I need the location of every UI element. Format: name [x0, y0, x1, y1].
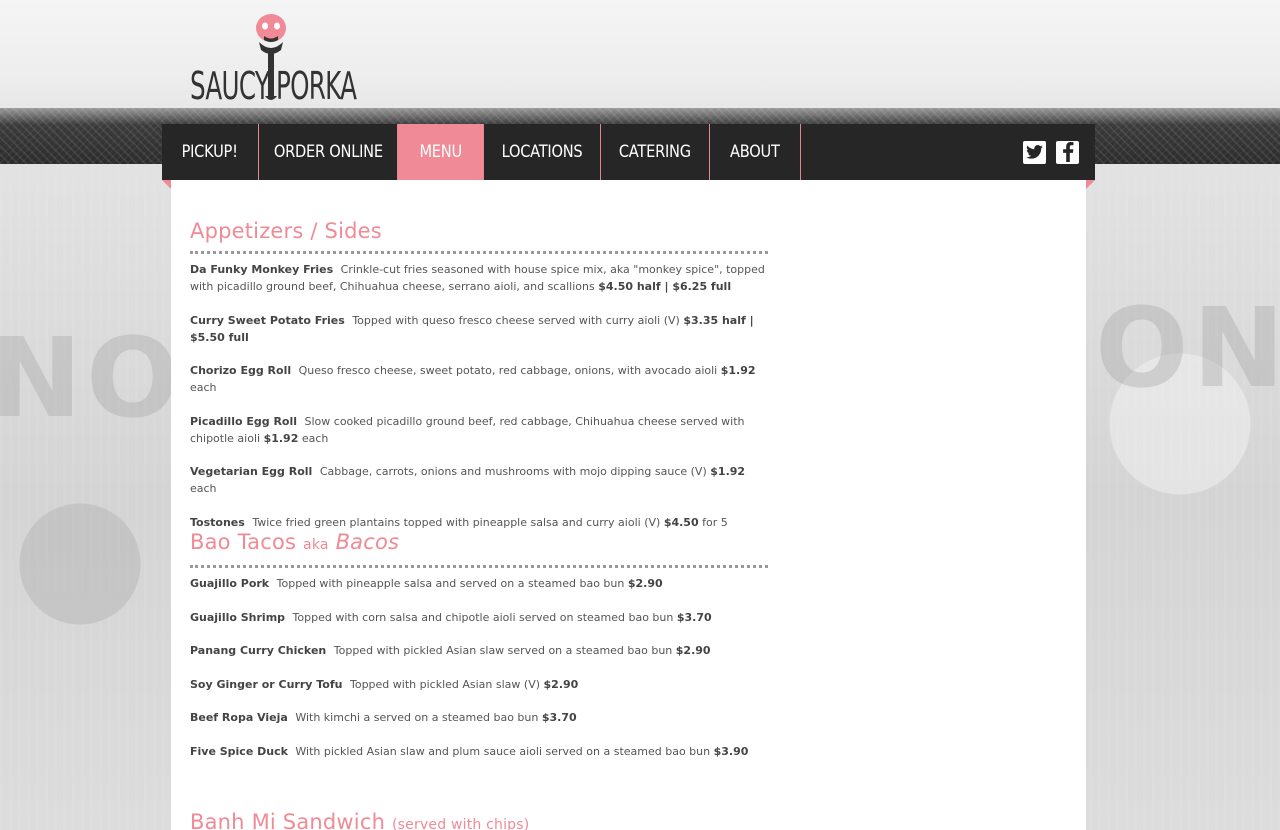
twitter-icon[interactable] [1023, 140, 1046, 164]
nav-label-about: ABOUT [730, 142, 780, 162]
item-description: Topped with queso fresco cheese served w… [352, 313, 680, 327]
item-name: Soy Ginger or Curry Tofu [190, 677, 343, 691]
item-price-suffix: each [190, 381, 217, 394]
section-bao-tacos: Bao Tacos aka Bacos Guajillo Pork Topped… [190, 529, 768, 776]
item-name: Vegetarian Egg Roll [190, 465, 313, 478]
nav-item-locations[interactable]: LOCATIONS [484, 124, 601, 180]
item-description: With kimchi a served on a steamed bao bu… [295, 711, 539, 724]
background-graffiti-left: NO [0, 314, 184, 442]
list-item: Guajillo Pork Topped with pineapple sals… [190, 575, 768, 592]
section-title-bao-tacos: Bao Tacos aka Bacos [190, 529, 768, 568]
item-name: Tostones [190, 515, 245, 529]
list-item: Beef Ropa Vieja With kimchi a served on … [190, 709, 768, 726]
logo-word-right: PORKA [276, 64, 357, 108]
item-name: Beef Ropa Vieja [190, 711, 288, 724]
nav-item-menu[interactable]: MENU [398, 124, 484, 180]
nav-item-about[interactable]: ABOUT [710, 124, 801, 180]
item-description: With pickled Asian slaw and plum sauce a… [295, 744, 711, 758]
list-item: Five Spice Duck With pickled Asian slaw … [190, 743, 768, 760]
bao-tacos-list: Guajillo Pork Topped with pineapple sals… [190, 575, 768, 760]
item-price: $2.90 [675, 644, 711, 657]
nav-item-order-online[interactable]: ORDER ONLINE [259, 124, 398, 180]
nav-corner-right [1085, 180, 1095, 190]
list-item: Vegetarian Egg Roll Cabbage, carrots, on… [190, 463, 768, 497]
item-name: Picadillo Egg Roll [190, 414, 298, 428]
item-name: Five Spice Duck [190, 744, 288, 758]
section-banh-mi: Banh Mi Sandwich (served with chips) [190, 809, 768, 830]
section-title-text: Banh Mi Sandwich [190, 810, 386, 830]
item-description: Topped with pineapple salsa and served o… [276, 577, 625, 590]
item-price: $3.70 [541, 711, 577, 724]
list-item: Tostones Twice fried green plantains top… [190, 514, 768, 531]
item-price: $4.50 [663, 515, 699, 529]
item-name: Guajillo Pork [190, 577, 270, 590]
section-title-aka: aka [303, 537, 329, 553]
item-price: $1.92 [720, 364, 756, 377]
item-description: Queso fresco cheese, sweet potato, red c… [298, 364, 718, 377]
item-price: $3.90 [713, 744, 749, 758]
nav-item-catering[interactable]: CATERING [601, 124, 710, 180]
appetizers-list: Da Funky Monkey Fries Crinkle-cut fries … [190, 261, 768, 531]
item-name: Curry Sweet Potato Fries [190, 313, 345, 327]
section-title-banh-mi: Banh Mi Sandwich (served with chips) [190, 809, 768, 830]
list-item: Chorizo Egg Roll Queso fresco cheese, sw… [190, 362, 768, 396]
item-price: $3.70 [676, 610, 712, 624]
list-item: Da Funky Monkey Fries Crinkle-cut fries … [190, 261, 768, 295]
item-price-suffix: each [190, 482, 217, 495]
item-name: Chorizo Egg Roll [190, 364, 292, 377]
background-graffiti-right: ON [1095, 284, 1280, 412]
list-item: Curry Sweet Potato Fries Topped with que… [190, 312, 768, 346]
item-name: Panang Curry Chicken [190, 644, 327, 657]
item-description: Cabbage, carrots, onions and mushrooms w… [319, 465, 707, 478]
section-title-note: (served with chips) [392, 817, 530, 830]
item-name: Guajillo Shrimp [190, 610, 286, 624]
item-description: Twice fried green plantains topped with … [252, 515, 661, 529]
nav-label-order-online: ORDER ONLINE [273, 142, 383, 162]
item-price: $4.50 half | $6.25 full [598, 280, 732, 293]
section-title-text: Appetizers / Sides [190, 219, 382, 243]
facebook-icon[interactable] [1056, 140, 1079, 164]
section-title-text: Bao Tacos [190, 530, 297, 554]
item-price: $2.90 [543, 677, 579, 691]
section-title-appetizers: Appetizers / Sides [190, 218, 768, 254]
item-description: Topped with corn salsa and chipotle aiol… [292, 610, 674, 624]
main-navigation: PICKUP! ORDER ONLINE MENU LOCATIONS CATE… [162, 124, 1095, 180]
social-links [1023, 124, 1095, 180]
item-price: $1.92 [263, 431, 299, 445]
nav-label-locations: LOCATIONS [501, 142, 583, 162]
item-price: $1.92 [710, 465, 746, 478]
nav-label-menu: MENU [419, 142, 462, 162]
list-item: Panang Curry Chicken Topped with pickled… [190, 642, 768, 659]
section-title-bacos: Bacos [335, 530, 400, 554]
list-item: Guajillo Shrimp Topped with corn salsa a… [190, 609, 768, 626]
nav-label-pickup: PICKUP! [181, 142, 239, 162]
menu-content: Appetizers / Sides Da Funky Monkey Fries… [171, 180, 1086, 830]
list-item: Picadillo Egg Roll Slow cooked picadillo… [190, 413, 768, 447]
section-appetizers: Appetizers / Sides Da Funky Monkey Fries… [190, 218, 768, 547]
item-price-suffix: for 5 [702, 515, 728, 529]
nav-item-pickup[interactable]: PICKUP! [162, 124, 259, 180]
site-logo[interactable]: SAUCY PORKA [190, 14, 357, 108]
item-price: $2.90 [627, 577, 663, 590]
item-description: Topped with pickled Asian slaw served on… [333, 644, 673, 657]
list-item: Soy Ginger or Curry Tofu Topped with pic… [190, 676, 768, 693]
item-description: Topped with pickled Asian slaw (V) [349, 677, 544, 691]
item-price-suffix: each [301, 431, 329, 445]
nav-label-catering: CATERING [619, 142, 691, 162]
item-name: Da Funky Monkey Fries [190, 263, 334, 276]
